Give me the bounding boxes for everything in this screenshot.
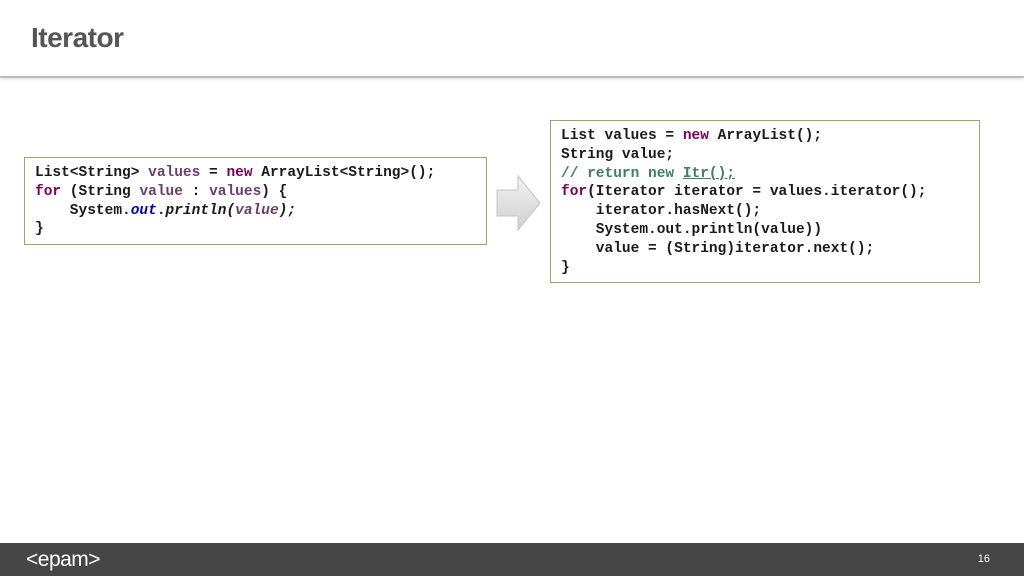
code-method: println( — [165, 202, 236, 219]
code-keyword: for — [35, 183, 62, 200]
code-line: // return new Itr(); — [561, 165, 979, 184]
code-token: List<String> — [35, 165, 149, 181]
code-keyword: for — [561, 184, 588, 201]
code-token: iterator.hasNext(); — [561, 203, 762, 220]
code-line: } — [561, 259, 979, 278]
slide-footer: <epam> 16 — [0, 543, 1024, 576]
code-variable: value — [139, 183, 183, 200]
code-variable: values — [209, 183, 262, 200]
code-keyword: new — [682, 128, 709, 144]
code-line: List values = new ArrayList(); — [561, 127, 979, 146]
code-line: List<String> values = new ArrayList<Stri… — [35, 164, 486, 183]
code-field: out — [130, 202, 157, 219]
code-keyword: new — [226, 165, 253, 181]
code-block-foreach: List<String> values = new ArrayList<Stri… — [24, 157, 487, 245]
code-token: : — [182, 183, 210, 200]
code-block-iterator: List values = new ArrayList(); String va… — [550, 120, 980, 283]
code-comment: // return new — [561, 165, 683, 182]
code-line: value = (String)iterator.next(); — [561, 240, 979, 259]
code-comment-link[interactable]: Itr(); — [683, 166, 735, 182]
code-token: (String — [61, 183, 140, 200]
code-token: = — [200, 165, 227, 181]
code-variable: values — [148, 165, 201, 181]
code-token: List values = — [561, 128, 683, 144]
code-token: . — [156, 202, 166, 219]
code-line: iterator.hasNext(); — [561, 202, 979, 221]
code-token: System. — [35, 202, 131, 219]
code-token: } — [35, 221, 44, 238]
code-token: ); — [278, 202, 297, 219]
epam-logo: <epam> — [26, 548, 101, 571]
arrow-right-icon — [496, 174, 541, 232]
code-token: (Iterator iterator = values.iterator(); — [587, 184, 927, 201]
code-token: String value; — [561, 146, 675, 163]
code-line: System.out.println(value); — [35, 202, 486, 221]
page-number: 16 — [977, 553, 990, 565]
code-line: for(Iterator iterator = values.iterator(… — [561, 183, 979, 202]
code-token: } — [561, 259, 570, 276]
code-line: for (String value : values) { — [35, 183, 486, 202]
title-divider — [0, 76, 1024, 78]
code-variable: value — [235, 202, 279, 219]
code-line: String value; — [561, 146, 979, 165]
code-token: ArrayList(); — [708, 128, 823, 144]
code-line: System.out.println(value)) — [561, 221, 979, 240]
slide-title: Iterator — [31, 22, 124, 53]
code-token: ArrayList<String>(); — [252, 165, 436, 181]
code-token: System.out.println(value)) — [561, 221, 823, 238]
code-token: value = (String)iterator.next(); — [561, 240, 875, 257]
code-line: } — [35, 220, 486, 239]
code-token: ) { — [261, 183, 288, 200]
